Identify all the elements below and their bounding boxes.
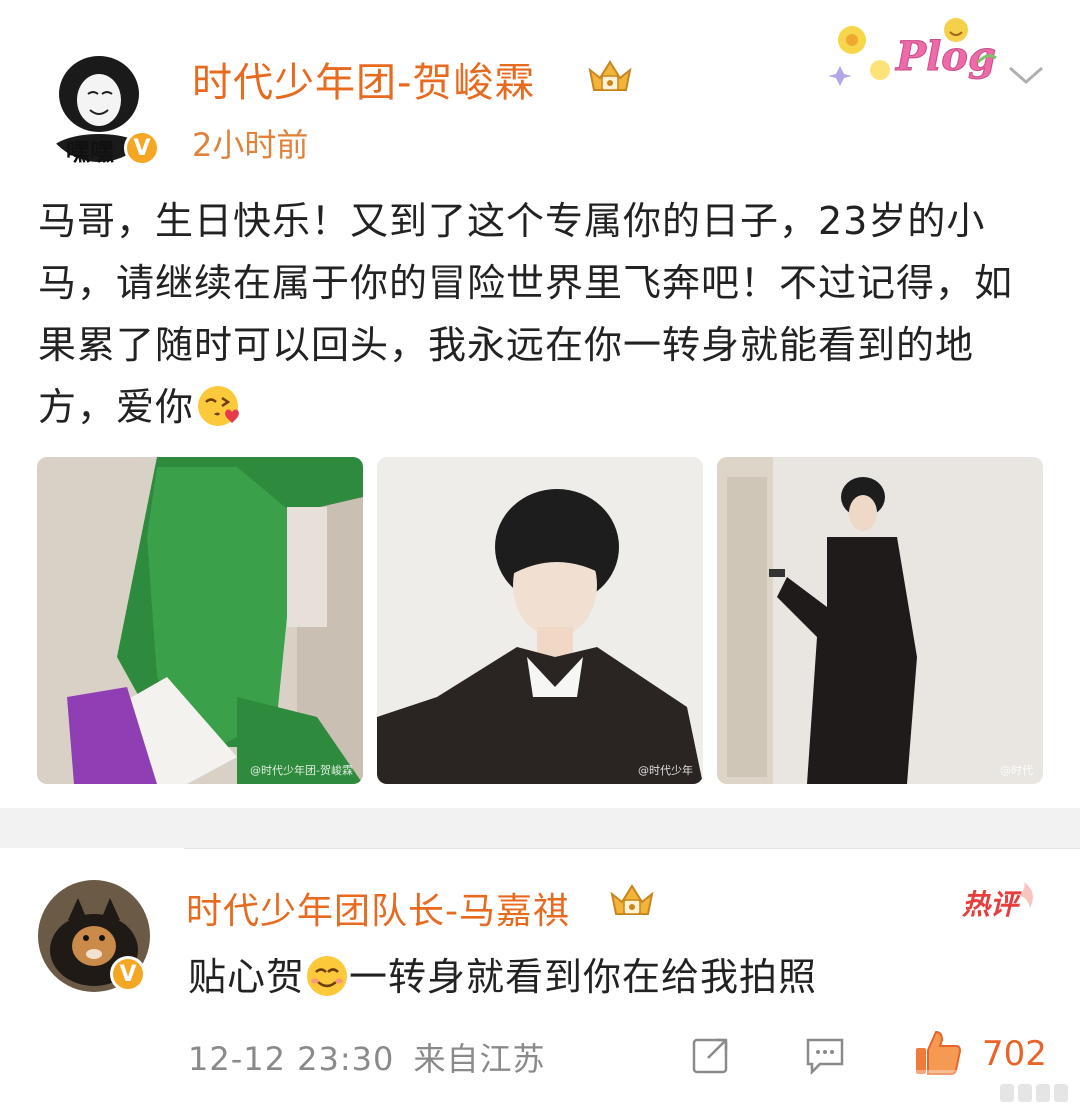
- comment-location: 来自江苏: [413, 1040, 546, 1078]
- comment-date: 12-12 23:30: [188, 1040, 395, 1078]
- post-photo-1[interactable]: @时代少年团-贺峻霖: [37, 457, 363, 784]
- comment-text-before: 贴心贺: [188, 955, 306, 999]
- svg-text:热评: 热评: [962, 888, 1022, 921]
- chevron-down-icon[interactable]: [1006, 60, 1046, 90]
- commenter-name[interactable]: 时代少年团队长-马嘉祺: [186, 882, 570, 934]
- comment-text-after: 一转身就看到你在给我拍照: [349, 955, 818, 999]
- photo-watermark: @时代少年: [638, 764, 693, 777]
- like-count: 702: [982, 1034, 1047, 1074]
- post-content: 马哥，生日快乐！又到了这个专属你的日子，23岁的小马，请继续在属于你的冒险世界里…: [38, 190, 1048, 438]
- smile-emoji-icon: [307, 956, 348, 996]
- post-content-text: 马哥，生日快乐！又到了这个专属你的日子，23岁的小马，请继续在属于你的冒险世界里…: [38, 199, 1014, 429]
- plog-badge: Plog: [828, 18, 997, 86]
- verified-icon: V: [124, 130, 160, 166]
- comment-icon[interactable]: [804, 1034, 846, 1076]
- comment-meta: 12-12 23:30 来自江苏: [188, 1034, 546, 1080]
- svg-text:Plog: Plog: [895, 33, 996, 80]
- divider: [184, 848, 1080, 849]
- photo-watermark: @时代: [1000, 764, 1033, 777]
- post-photo-2[interactable]: @时代少年: [377, 457, 703, 784]
- crown-icon: [588, 60, 632, 91]
- hot-comment-badge: 热评: [962, 882, 1033, 921]
- photo-watermark: @时代少年团-贺峻霖: [250, 764, 353, 777]
- verified-icon: V: [110, 956, 146, 992]
- watermark-overlay: [860, 1070, 1080, 1113]
- comment-text: 贴心贺 一转身就看到你在给我拍照: [188, 946, 817, 1001]
- kiss-emoji-icon: [198, 386, 239, 426]
- post-photo-3[interactable]: @时代: [717, 457, 1043, 784]
- post-card: 嘿嘿 V 时代少年团-贺峻霖 2小时前 Plog 马哥，生日快乐！又到了这个专属…: [0, 0, 1080, 808]
- post-time: 2小时前: [192, 126, 309, 164]
- avatar-caption: 嘿嘿: [66, 138, 114, 166]
- author-name[interactable]: 时代少年团-贺峻霖: [192, 50, 535, 108]
- crown-icon: [610, 884, 654, 915]
- share-icon[interactable]: [690, 1034, 732, 1076]
